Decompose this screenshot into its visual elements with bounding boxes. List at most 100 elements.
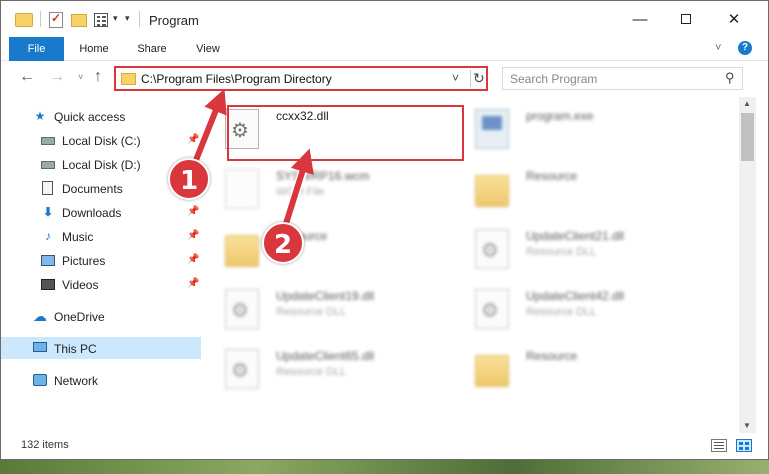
nav-item-label: Documents	[62, 182, 123, 196]
dll-file-icon	[475, 289, 509, 329]
chevron-down-icon[interactable]: ▾	[113, 13, 118, 31]
local-disk-icon	[41, 137, 55, 145]
pin-icon[interactable]: 📌	[187, 278, 199, 289]
pin-icon[interactable]: 📌	[187, 134, 199, 145]
nav-item-label: Downloads	[62, 206, 122, 220]
navigation-pane: ★ Quick access Local Disk (C:) 📌 Local D…	[1, 97, 203, 433]
file-item-resource-folder[interactable]: Resource	[205, 217, 445, 273]
back-arrow-icon[interactable]: ←	[19, 68, 35, 86]
nav-item-this-pc[interactable]: This PC	[1, 337, 201, 359]
downloads-icon: ⬇	[42, 205, 54, 219]
nav-item-pictures[interactable]: Pictures 📌	[1, 249, 201, 271]
nav-item-label: Network	[54, 374, 99, 388]
file-name: UpdateClient21.dll	[526, 229, 625, 243]
tab-home[interactable]: Home	[71, 37, 117, 61]
tab-view[interactable]: View	[185, 37, 231, 61]
pin-icon[interactable]: 📌	[187, 206, 199, 217]
details-view-icon[interactable]	[711, 439, 727, 452]
window-title: Program	[149, 13, 199, 28]
nav-item-label: Local Disk (C:)	[62, 134, 141, 148]
file-type: WCM File	[276, 186, 325, 198]
up-arrow-icon[interactable]: ↑	[94, 68, 102, 86]
large-icons-view-icon[interactable]	[736, 439, 752, 452]
address-path[interactable]: C:\Program Files\Program Directory	[141, 72, 332, 86]
folder-icon	[15, 13, 33, 27]
status-bar: 132 items	[1, 434, 768, 459]
pin-icon[interactable]: 📌	[187, 254, 199, 265]
properties-icon[interactable]	[94, 13, 108, 27]
nav-item-label: Pictures	[62, 254, 106, 268]
scrollbar-thumb[interactable]	[741, 113, 754, 161]
tab-share[interactable]: Share	[129, 37, 175, 61]
file-item-resource-folder[interactable]: Resource	[455, 157, 695, 213]
local-disk-icon	[41, 161, 55, 169]
nav-item-quick-access[interactable]: ★ Quick access	[1, 105, 201, 127]
nav-item-music[interactable]: ♪ Music 📌	[1, 225, 201, 247]
file-item-program-exe[interactable]: program.exe	[455, 97, 695, 153]
recent-locations-icon[interactable]: ˅	[78, 72, 83, 82]
help-icon[interactable]: ?	[738, 41, 752, 55]
file-name: program.exe	[526, 109, 594, 123]
file-name: SYSWRP16.wcm	[276, 169, 370, 183]
desktop-background	[0, 460, 769, 474]
pin-icon[interactable]: 📌	[187, 230, 199, 241]
highlight-box	[227, 105, 464, 161]
refresh-icon[interactable]: ↻	[473, 70, 485, 87]
this-pc-icon	[33, 342, 47, 352]
nav-item-local-disk-c[interactable]: Local Disk (C:) 📌	[1, 129, 201, 151]
file-item-updateclient21[interactable]: UpdateClient21.dll Resource DLL	[455, 217, 695, 273]
new-folder-icon[interactable]	[71, 14, 87, 27]
file-name: UpdateClient19.dll	[276, 289, 375, 303]
search-input[interactable]: Search Program ⚲	[502, 67, 743, 90]
folder-icon	[475, 355, 509, 387]
item-count: 132 items	[21, 439, 69, 451]
star-icon: ★	[34, 109, 46, 123]
dll-file-icon	[225, 289, 259, 329]
file-type: Resource DLL	[276, 366, 347, 378]
documents-icon	[42, 181, 53, 195]
nav-item-onedrive[interactable]: ☁ OneDrive	[1, 305, 201, 327]
address-bar[interactable]: C:\Program Files\Program Directory ˅ ↻	[114, 66, 488, 91]
nav-item-label: Videos	[62, 278, 99, 292]
nav-item-videos[interactable]: Videos 📌	[1, 273, 201, 295]
nav-item-label: OneDrive	[54, 310, 105, 324]
divider	[139, 11, 140, 27]
customize-toolbar-icon[interactable]: ▾	[125, 13, 130, 31]
close-button[interactable]: ✕	[711, 1, 757, 37]
expand-ribbon-icon[interactable]: ˅	[715, 42, 721, 54]
file-item-resource-folder[interactable]: Resource	[455, 337, 695, 393]
maximize-button[interactable]	[663, 1, 709, 37]
file-type: Resource DLL	[526, 246, 597, 258]
nav-item-label: This PC	[54, 342, 97, 356]
vertical-scrollbar[interactable]: ▲ ▼	[739, 97, 756, 433]
dll-file-icon	[475, 229, 509, 269]
exe-file-icon	[475, 109, 509, 149]
folder-icon	[121, 73, 136, 85]
file-name: Resource	[526, 169, 578, 183]
divider	[470, 70, 471, 87]
file-item-updateclient65[interactable]: UpdateClient65.dll Resource DLL	[205, 337, 445, 393]
network-icon	[33, 374, 47, 386]
minimize-button[interactable]: —	[617, 1, 663, 37]
step-2-badge: 2	[262, 222, 304, 264]
search-placeholder: Search Program	[510, 72, 598, 86]
file-item-updateclient42[interactable]: UpdateClient42.dll Resource DLL	[455, 277, 695, 333]
scroll-up-icon[interactable]: ▲	[743, 99, 751, 108]
nav-item-network[interactable]: Network	[1, 369, 201, 391]
chevron-down-icon[interactable]: ˅	[452, 71, 459, 85]
videos-icon	[41, 279, 55, 290]
dll-file-icon	[225, 349, 259, 389]
file-item-updateclient19[interactable]: UpdateClient19.dll Resource DLL	[205, 277, 445, 333]
maximize-icon	[681, 14, 691, 24]
properties-check-icon[interactable]	[49, 11, 63, 28]
folder-icon	[475, 175, 509, 207]
file-item-wcm[interactable]: SYSWRP16.wcm WCM File	[205, 157, 445, 213]
nav-item-downloads[interactable]: ⬇ Downloads 📌	[1, 201, 201, 223]
step-1-badge: 1	[168, 158, 210, 200]
nav-item-label: Music	[62, 230, 94, 244]
tab-file[interactable]: File	[9, 37, 64, 61]
explorer-window: ▾ ▾ Program — ✕ File Home Share View ˅ ?…	[0, 0, 769, 460]
forward-arrow-icon[interactable]: →	[49, 68, 65, 86]
search-icon[interactable]: ⚲	[725, 70, 735, 86]
scroll-down-icon[interactable]: ▼	[743, 421, 751, 430]
